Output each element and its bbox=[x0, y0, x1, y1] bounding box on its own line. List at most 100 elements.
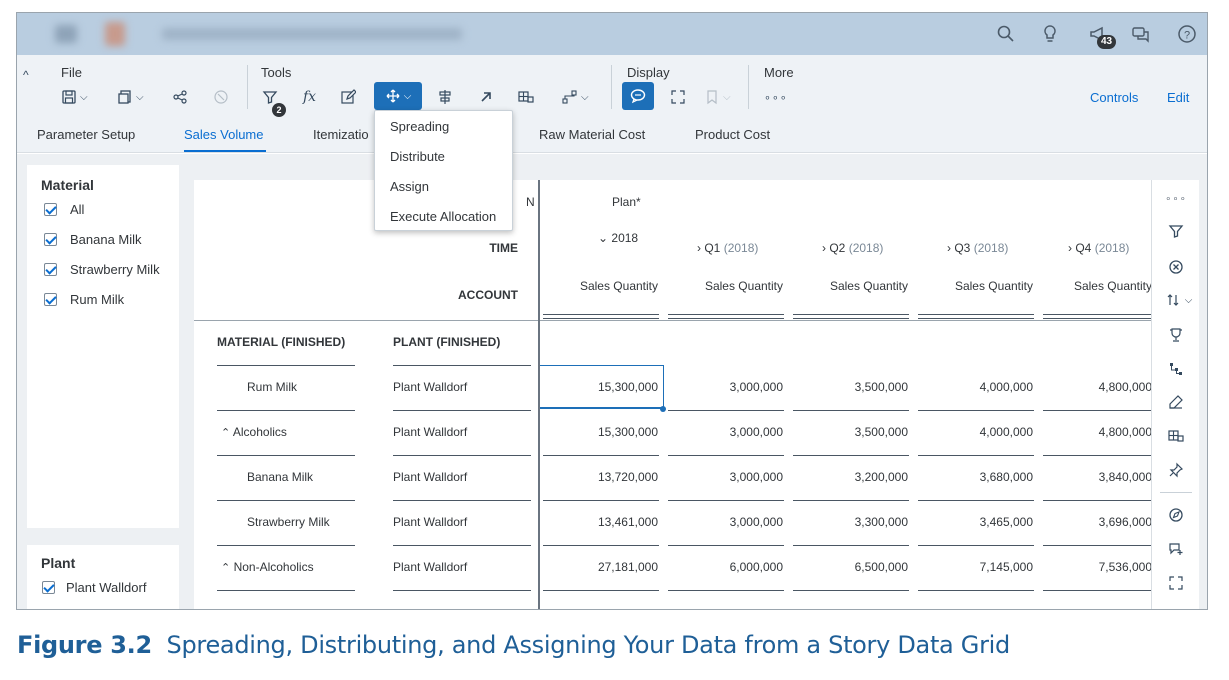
menu-item-assign[interactable]: Assign bbox=[390, 179, 429, 194]
checkbox[interactable] bbox=[44, 262, 57, 276]
value-cell[interactable]: 3,000,000 bbox=[669, 425, 783, 439]
value-cell[interactable]: 4,000,000 bbox=[919, 425, 1033, 439]
overflow-icon[interactable]: ∘∘∘ bbox=[764, 85, 788, 109]
lightbulb-icon[interactable] bbox=[1037, 21, 1063, 47]
value-cell[interactable]: 7,145,000 bbox=[919, 560, 1033, 574]
table-lock-icon[interactable] bbox=[1164, 425, 1188, 447]
value-cell[interactable]: 3,000,000 bbox=[669, 380, 783, 394]
plant-cell[interactable]: Plant Walldorf bbox=[393, 560, 467, 574]
quarter-header-q3[interactable]: › Q3 (2018) bbox=[947, 241, 1008, 255]
highlight-icon[interactable] bbox=[1164, 391, 1188, 413]
comment-button[interactable] bbox=[622, 82, 654, 110]
menu-item-spreading[interactable]: Spreading bbox=[390, 119, 449, 134]
chat-icon[interactable] bbox=[1128, 21, 1154, 47]
controls-button[interactable]: Controls bbox=[1090, 90, 1138, 105]
row-rule bbox=[668, 545, 784, 546]
chevron-up-icon: ⌃ bbox=[221, 562, 231, 574]
value-cell[interactable]: 3,500,000 bbox=[794, 380, 908, 394]
quarter-header-q1[interactable]: › Q1 (2018) bbox=[697, 241, 758, 255]
fill-handle[interactable] bbox=[660, 406, 666, 412]
value-cell[interactable]: 7,536,000 bbox=[1042, 560, 1152, 574]
material-cell-banana-milk[interactable]: Banana Milk bbox=[247, 470, 313, 484]
hierarchy-icon[interactable] bbox=[1164, 358, 1188, 380]
checkbox[interactable] bbox=[42, 580, 55, 594]
sort-icon[interactable] bbox=[437, 85, 453, 109]
collapse-toolbar-icon[interactable]: ^ bbox=[23, 63, 29, 87]
trophy-icon[interactable] bbox=[1164, 324, 1188, 346]
toolbar-separator bbox=[748, 65, 749, 109]
row-rule bbox=[393, 590, 531, 591]
plant-cell[interactable]: Plant Walldorf bbox=[393, 515, 467, 529]
checkbox[interactable] bbox=[44, 202, 57, 216]
menu-item-execute-allocation[interactable]: Execute Allocation bbox=[390, 209, 496, 224]
filter-option-banana-milk[interactable]: Banana Milk bbox=[44, 229, 142, 249]
value-cell[interactable]: 15,300,000 bbox=[544, 380, 658, 394]
value-cell[interactable]: 3,696,000 bbox=[1042, 515, 1152, 529]
material-cell-alcoholics[interactable]: ⌃ Alcoholics bbox=[221, 425, 287, 439]
table-lock-icon[interactable] bbox=[518, 85, 534, 109]
tab-itemization[interactable]: Itemizatio bbox=[313, 127, 369, 142]
filter-option-rum-milk[interactable]: Rum Milk bbox=[44, 289, 124, 309]
quarter-header-q2[interactable]: › Q2 (2018) bbox=[822, 241, 883, 255]
formula-icon[interactable]: fx bbox=[303, 85, 316, 109]
filter-option-strawberry-milk[interactable]: Strawberry Milk bbox=[44, 259, 160, 279]
plant-cell[interactable]: Plant Walldorf bbox=[393, 425, 467, 439]
year-header[interactable]: ⌄ 2018 bbox=[598, 231, 638, 245]
value-cell[interactable]: 3,300,000 bbox=[794, 515, 908, 529]
tab-raw-material-cost[interactable]: Raw Material Cost bbox=[539, 127, 645, 142]
material-cell-non-alcoholics[interactable]: ⌃ Non-Alcoholics bbox=[221, 560, 314, 574]
plant-cell[interactable]: Plant Walldorf bbox=[393, 380, 467, 394]
material-cell-strawberry-milk[interactable]: Strawberry Milk bbox=[247, 515, 330, 529]
value-cell[interactable]: 4,000,000 bbox=[919, 380, 1033, 394]
add-comment-icon[interactable] bbox=[1164, 538, 1188, 560]
checkbox[interactable] bbox=[44, 292, 57, 306]
sort-icon[interactable]: ⌵ bbox=[1164, 289, 1194, 311]
filter-icon[interactable] bbox=[1164, 220, 1188, 242]
value-cell[interactable]: 27,181,000 bbox=[544, 560, 658, 574]
edit-button[interactable]: Edit bbox=[1167, 90, 1189, 105]
quarter-label: Q1 bbox=[704, 241, 721, 255]
filter-option-all[interactable]: All bbox=[44, 199, 84, 219]
bookmark-icon[interactable]: ⌵ bbox=[704, 85, 731, 109]
tab-product-cost[interactable]: Product Cost bbox=[695, 127, 770, 142]
value-cell[interactable]: 4,800,000 bbox=[1042, 425, 1152, 439]
value-cell[interactable]: 4,800,000 bbox=[1042, 380, 1152, 394]
value-cell[interactable]: 6,000,000 bbox=[669, 560, 783, 574]
pin-icon[interactable] bbox=[1164, 459, 1188, 481]
checkbox[interactable] bbox=[44, 232, 57, 246]
value-cell[interactable]: 13,720,000 bbox=[544, 470, 658, 484]
remove-icon[interactable] bbox=[1164, 256, 1188, 278]
value-cell[interactable]: 3,680,000 bbox=[919, 470, 1033, 484]
allocation-menu-button[interactable]: ⌵ bbox=[374, 82, 422, 110]
arrow-up-right-icon[interactable] bbox=[478, 85, 494, 109]
quarter-header-q4[interactable]: › Q4 (2018) bbox=[1068, 241, 1129, 255]
more-options-icon[interactable]: ∘∘∘ bbox=[1164, 188, 1188, 210]
value-cell[interactable]: 3,000,000 bbox=[669, 515, 783, 529]
value-cell[interactable]: 6,500,000 bbox=[794, 560, 908, 574]
value-cell[interactable]: 15,300,000 bbox=[544, 425, 658, 439]
value-cell[interactable]: 3,500,000 bbox=[794, 425, 908, 439]
edit-icon[interactable] bbox=[340, 85, 356, 109]
help-icon[interactable]: ? bbox=[1174, 21, 1200, 47]
menu-item-distribute[interactable]: Distribute bbox=[390, 149, 445, 164]
save-icon[interactable]: ⌵ bbox=[61, 85, 88, 109]
copy-icon[interactable]: ⌵ bbox=[117, 85, 144, 109]
tab-parameter-setup[interactable]: Parameter Setup bbox=[37, 127, 135, 142]
menu-icon[interactable] bbox=[55, 25, 77, 43]
hierarchy-icon[interactable]: ⌵ bbox=[562, 85, 589, 109]
fullscreen-icon[interactable] bbox=[1164, 572, 1188, 594]
discard-icon[interactable] bbox=[213, 85, 229, 109]
value-cell[interactable]: 3,465,000 bbox=[919, 515, 1033, 529]
filter-option-plant-walldorf[interactable]: Plant Walldorf bbox=[42, 577, 146, 597]
plant-cell[interactable]: Plant Walldorf bbox=[393, 470, 467, 484]
fullscreen-icon[interactable] bbox=[670, 85, 686, 109]
value-cell[interactable]: 3,000,000 bbox=[669, 470, 783, 484]
search-icon[interactable] bbox=[993, 21, 1019, 47]
compass-icon[interactable] bbox=[1164, 504, 1188, 526]
material-cell-rum-milk[interactable]: Rum Milk bbox=[247, 380, 297, 394]
tab-sales-volume[interactable]: Sales Volume bbox=[184, 127, 264, 142]
value-cell[interactable]: 3,200,000 bbox=[794, 470, 908, 484]
value-cell[interactable]: 13,461,000 bbox=[544, 515, 658, 529]
value-cell[interactable]: 3,840,000 bbox=[1042, 470, 1152, 484]
share-icon[interactable] bbox=[172, 85, 188, 109]
